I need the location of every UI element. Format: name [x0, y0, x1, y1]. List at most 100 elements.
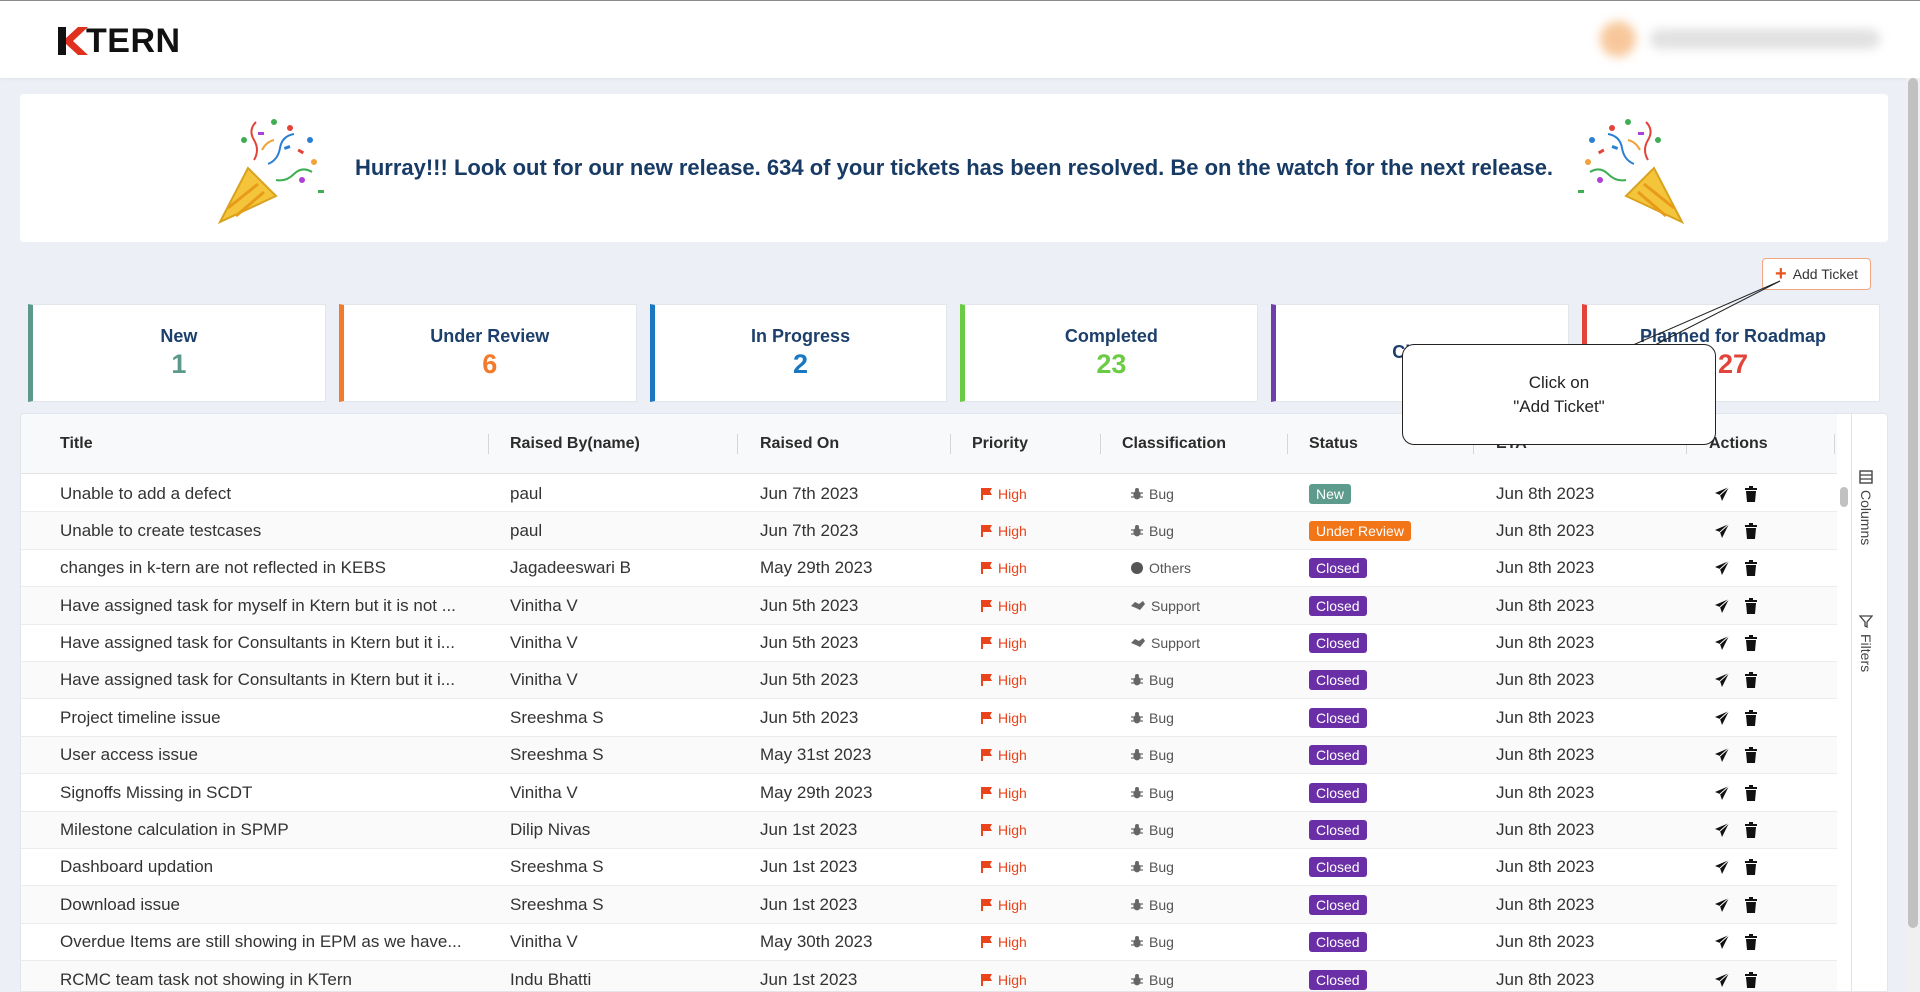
- send-icon[interactable]: [1714, 859, 1730, 875]
- table-scrollbar-thumb[interactable]: [1840, 487, 1848, 507]
- cell-title[interactable]: Have assigned task for Consultants in Kt…: [60, 625, 480, 662]
- send-icon[interactable]: [1714, 560, 1730, 576]
- send-icon[interactable]: [1714, 635, 1730, 651]
- table-row[interactable]: Have assigned task for Consultants in Kt…: [21, 625, 1837, 662]
- send-icon[interactable]: [1714, 972, 1730, 988]
- cell-title[interactable]: User access issue: [60, 737, 480, 774]
- status-badge: Closed: [1309, 894, 1367, 915]
- add-ticket-label: Add Ticket: [1792, 266, 1859, 282]
- trash-icon[interactable]: [1744, 784, 1758, 801]
- send-icon[interactable]: [1714, 486, 1730, 502]
- table-row[interactable]: User access issue Sreeshma S May 31st 2023…: [21, 736, 1837, 775]
- card-count: 6: [482, 349, 498, 379]
- trash-icon[interactable]: [1744, 635, 1758, 652]
- cell-title[interactable]: Unable to create testcases: [60, 512, 480, 549]
- trash-icon[interactable]: [1744, 747, 1758, 764]
- column-separator[interactable]: [488, 434, 489, 454]
- column-header-status[interactable]: Status: [1309, 414, 1358, 474]
- cell-title[interactable]: Signoffs Missing in SCDT: [60, 774, 480, 811]
- user-menu[interactable]: [1600, 21, 1880, 57]
- cell-raised-on: May 29th 2023: [760, 782, 873, 802]
- cell-actions: [1714, 774, 1824, 811]
- cell-title[interactable]: Overdue Items are still showing in EPM a…: [60, 924, 480, 961]
- cell-eta: Jun 8th 2023: [1496, 782, 1595, 802]
- cell-title[interactable]: Have assigned task for Consultants in Kt…: [60, 662, 480, 699]
- send-icon[interactable]: [1714, 710, 1730, 726]
- cell-classification: Bug: [1130, 924, 1280, 961]
- card-under-review[interactable]: Under Review 6: [338, 304, 637, 402]
- table-row[interactable]: changes in k-tern are not reflected in K…: [21, 550, 1837, 588]
- bug-icon: [1131, 824, 1143, 836]
- cell-title[interactable]: Milestone calculation in SPMP: [60, 812, 480, 849]
- table-row[interactable]: Unable to create testcases paul Jun 7th 20…: [21, 512, 1837, 550]
- send-icon[interactable]: [1714, 523, 1730, 539]
- cell-classification: Bug: [1130, 812, 1280, 849]
- bug-icon: [1131, 898, 1143, 911]
- column-header-priority[interactable]: Priority: [972, 414, 1028, 474]
- trash-icon[interactable]: [1744, 709, 1758, 726]
- avatar[interactable]: [1600, 21, 1636, 57]
- send-icon[interactable]: [1714, 747, 1730, 763]
- card-in-progress[interactable]: In Progress 2: [649, 304, 948, 402]
- trash-icon[interactable]: [1744, 934, 1758, 951]
- table-row[interactable]: Have assigned task for Consultants in Kt…: [21, 661, 1837, 700]
- table-row[interactable]: Project timeline issue Sreeshma S Jun 5th …: [21, 699, 1837, 737]
- trash-icon[interactable]: [1744, 522, 1758, 539]
- column-separator[interactable]: [737, 434, 738, 454]
- trash-icon[interactable]: [1744, 485, 1758, 502]
- send-icon[interactable]: [1714, 822, 1730, 838]
- trash-icon[interactable]: [1744, 896, 1758, 913]
- send-icon[interactable]: [1714, 785, 1730, 801]
- column-header-raised-by[interactable]: Raised By(name): [510, 414, 640, 474]
- cell-classification: Others: [1130, 550, 1280, 587]
- cell-title[interactable]: RCMC team task not showing in KTern: [60, 961, 480, 991]
- trash-icon[interactable]: [1744, 971, 1758, 988]
- flag-icon: [981, 599, 992, 612]
- classification-label: Others: [1149, 560, 1192, 577]
- ktern-logo[interactable]: TERN: [56, 21, 181, 61]
- classification-label: Bug: [1149, 896, 1174, 913]
- cell-title[interactable]: Have assigned task for myself in Ktern b…: [60, 587, 480, 624]
- table-row[interactable]: RCMC team task not showing in KTern Indu …: [21, 961, 1837, 991]
- page-scrollbar[interactable]: [1906, 78, 1920, 992]
- cell-title[interactable]: changes in k-tern are not reflected in K…: [60, 550, 480, 587]
- table-scrollbar[interactable]: [1837, 475, 1851, 991]
- table-row[interactable]: Signoffs Missing in SCDT Vinitha V May 29t…: [21, 774, 1837, 812]
- card-completed[interactable]: Completed 23: [960, 304, 1259, 402]
- cell-title[interactable]: Unable to add a defect: [60, 475, 480, 512]
- column-separator[interactable]: [1100, 434, 1101, 454]
- table-row[interactable]: Dashboard updation Sreeshma S Jun 1st 2023…: [21, 849, 1837, 887]
- table-row[interactable]: Milestone calculation in SPMP Dilip Nivas…: [21, 811, 1837, 849]
- cell-title[interactable]: Download issue: [60, 886, 480, 923]
- table-row[interactable]: Download issue Sreeshma S Jun 1st 2023 High…: [21, 886, 1837, 924]
- table-row[interactable]: Unable to add a defect paul Jun 7th 2023 Hi…: [21, 475, 1837, 513]
- status-badge: Closed: [1309, 707, 1367, 728]
- cell-eta: Jun 8th 2023: [1496, 707, 1595, 727]
- send-icon[interactable]: [1714, 598, 1730, 614]
- priority-label: High: [998, 784, 1027, 801]
- column-separator[interactable]: [1287, 434, 1288, 454]
- trash-icon[interactable]: [1744, 672, 1758, 689]
- column-header-classification[interactable]: Classification: [1122, 414, 1226, 474]
- column-header-title[interactable]: Title: [60, 414, 93, 474]
- send-icon[interactable]: [1714, 934, 1730, 950]
- column-separator[interactable]: [950, 434, 951, 454]
- top-bar: TERN: [0, 0, 1920, 78]
- columns-toggle[interactable]: Columns: [1858, 470, 1874, 545]
- send-icon[interactable]: [1714, 672, 1730, 688]
- trash-icon[interactable]: [1744, 597, 1758, 614]
- trash-icon[interactable]: [1744, 859, 1758, 876]
- add-ticket-button[interactable]: + Add Ticket: [1762, 258, 1872, 290]
- trash-icon[interactable]: [1744, 560, 1758, 577]
- table-row[interactable]: Overdue Items are still showing in EPM a…: [21, 924, 1837, 962]
- table-row[interactable]: Have assigned task for myself in Ktern b…: [21, 587, 1837, 625]
- cell-classification: Support: [1130, 625, 1280, 662]
- cell-title[interactable]: Dashboard updation: [60, 849, 480, 886]
- page-scrollbar-thumb[interactable]: [1908, 78, 1918, 928]
- trash-icon[interactable]: [1744, 822, 1758, 839]
- filters-toggle[interactable]: Filters: [1858, 614, 1874, 672]
- card-new[interactable]: New 1: [28, 304, 326, 402]
- send-icon[interactable]: [1714, 897, 1730, 913]
- column-header-raised-on[interactable]: Raised On: [760, 414, 839, 474]
- cell-title[interactable]: Project timeline issue: [60, 699, 480, 736]
